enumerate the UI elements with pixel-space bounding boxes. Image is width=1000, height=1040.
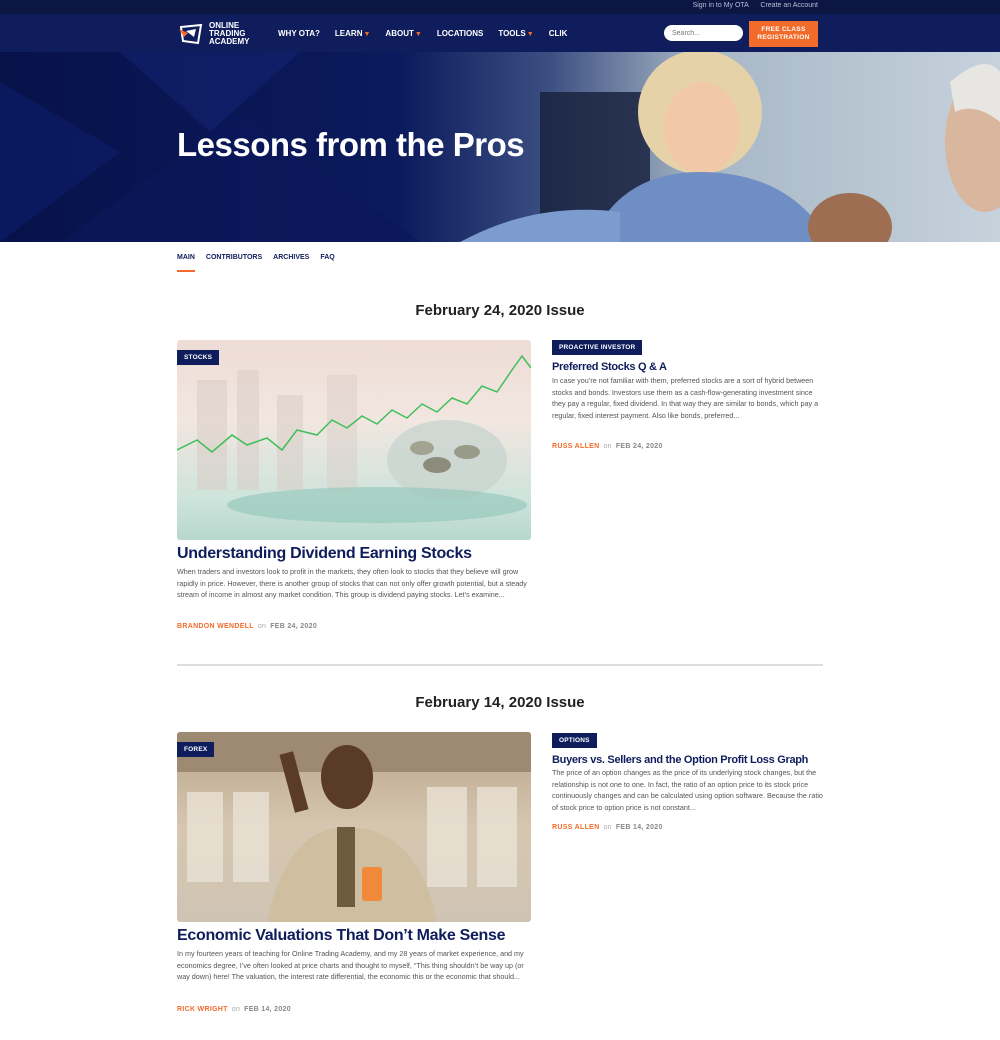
tab-faq[interactable]: FAQ — [320, 254, 334, 272]
author-link[interactable]: RUSS ALLEN — [552, 443, 599, 450]
article-byline: RUSS ALLEN on FEB 14, 2020 — [552, 824, 663, 831]
article-headline[interactable]: Buyers vs. Sellers and the Option Profit… — [552, 754, 808, 766]
account-links: Sign in to My OTA Create an Account — [683, 2, 818, 9]
byline-on: on — [257, 623, 267, 630]
author-link[interactable]: BRANDON WENDELL — [177, 623, 254, 630]
nav-clik[interactable]: CLIK — [549, 29, 568, 38]
category-badge[interactable]: FOREX — [177, 742, 215, 757]
tab-main[interactable]: MAIN — [177, 254, 195, 272]
sign-in-link[interactable]: Sign in to My OTA — [693, 2, 749, 9]
byline-on: on — [603, 824, 612, 831]
article-headline[interactable]: Understanding Dividend Earning Stocks — [177, 545, 472, 563]
site-logo[interactable]: ONLINE TRADING ACADEMY — [178, 22, 269, 46]
main-navbar: ONLINE TRADING ACADEMY WHY OTA? LEARN▼ A… — [0, 14, 1000, 52]
nav-why-ota[interactable]: WHY OTA? — [278, 29, 320, 38]
article-date: FEB 14, 2020 — [244, 1006, 291, 1013]
caret-down-icon: ▼ — [414, 31, 422, 38]
article-excerpt: In case you’re not familiar with them, p… — [552, 376, 819, 420]
ota-logo-icon — [178, 23, 204, 45]
nav-label: LOCATIONS — [436, 29, 484, 38]
tab-contributors[interactable]: CONTRIBUTORS — [206, 254, 262, 272]
author-link[interactable]: RICK WRIGHT — [177, 1006, 228, 1013]
article-headline[interactable]: Economic Valuations That Don’t Make Sens… — [177, 927, 506, 945]
article-date: FEB 24, 2020 — [270, 623, 318, 630]
article-image[interactable] — [177, 732, 531, 922]
article-image[interactable] — [177, 340, 531, 540]
article-excerpt: The price of an option changes as the pr… — [552, 768, 823, 812]
byline-on: on — [231, 1006, 241, 1013]
search-input[interactable] — [664, 25, 743, 41]
hero-title: Lessons from the Pros — [177, 126, 525, 163]
nav-locations[interactable]: LOCATIONS — [437, 29, 484, 38]
article-excerpt: In my fourteen years of teaching for Onl… — [177, 949, 524, 981]
create-account-link[interactable]: Create an Account — [760, 2, 818, 9]
issue-title: February 24, 2020 Issue — [415, 302, 585, 319]
nav-label: ABOUT — [385, 29, 414, 38]
category-badge[interactable]: OPTIONS — [552, 733, 597, 748]
nav-label: TOOLS — [498, 29, 526, 38]
category-badge[interactable]: STOCKS — [177, 350, 220, 365]
caret-down-icon: ▼ — [526, 31, 534, 38]
article-excerpt: When traders and investors look to profi… — [177, 567, 527, 599]
nav-label: CLIK — [548, 29, 568, 38]
article-byline: RUSS ALLEN on FEB 24, 2020 — [552, 443, 663, 450]
byline-on: on — [603, 443, 612, 450]
article-date: FEB 24, 2020 — [615, 443, 663, 450]
category-badge[interactable]: PROACTIVE INVESTOR — [552, 340, 643, 355]
hero-banner: Lessons from the Pros — [0, 52, 1000, 242]
stock-chart-photo — [177, 354, 531, 523]
issue-divider — [177, 664, 823, 666]
primary-nav: WHY OTA? LEARN▼ ABOUT▼ LOCATIONS TOOLS▼ … — [278, 29, 582, 38]
article-byline: RICK WRIGHT on FEB 14, 2020 — [177, 1006, 291, 1013]
nav-learn[interactable]: LEARN▼ — [335, 29, 371, 38]
brand-name: ONLINE TRADING ACADEMY — [209, 21, 250, 46]
nav-label: WHY OTA? — [278, 29, 320, 38]
thinking-man-photo — [177, 732, 531, 922]
utility-bar: Sign in to My OTA Create an Account — [0, 0, 1000, 14]
tab-archives[interactable]: ARCHIVES — [273, 254, 309, 272]
nav-label: LEARN — [334, 29, 363, 38]
article-date: FEB 14, 2020 — [615, 824, 663, 831]
article-byline: BRANDON WENDELL on FEB 24, 2020 — [177, 623, 317, 630]
article-headline[interactable]: Preferred Stocks Q & A — [552, 361, 667, 373]
section-tabs: MAIN CONTRIBUTORS ARCHIVES FAQ — [177, 254, 346, 272]
nav-tools[interactable]: TOOLS▼ — [498, 29, 533, 38]
author-link[interactable]: RUSS ALLEN — [552, 824, 599, 831]
nav-about[interactable]: ABOUT▼ — [385, 29, 421, 38]
caret-down-icon: ▼ — [363, 31, 371, 38]
free-class-registration-button[interactable]: FREE CLASS REGISTRATION — [749, 21, 818, 47]
issue-title: February 14, 2020 Issue — [415, 694, 585, 711]
